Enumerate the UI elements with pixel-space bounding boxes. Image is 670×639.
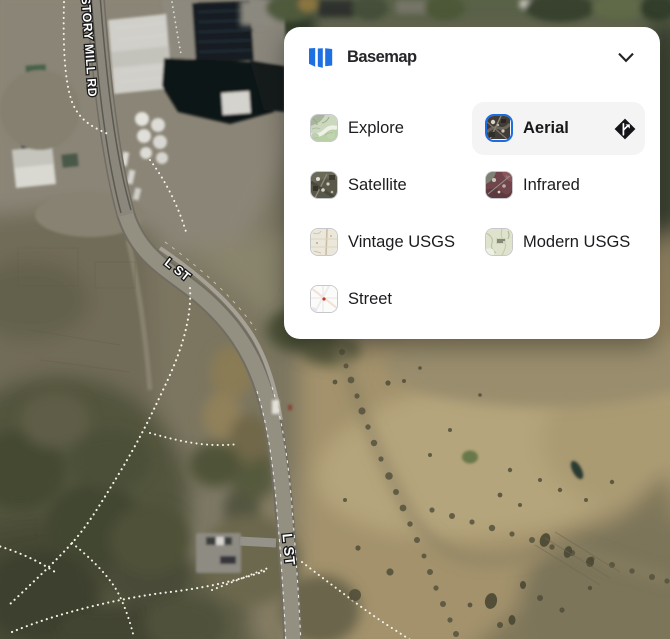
svg-text:L ST: L ST xyxy=(279,533,298,567)
